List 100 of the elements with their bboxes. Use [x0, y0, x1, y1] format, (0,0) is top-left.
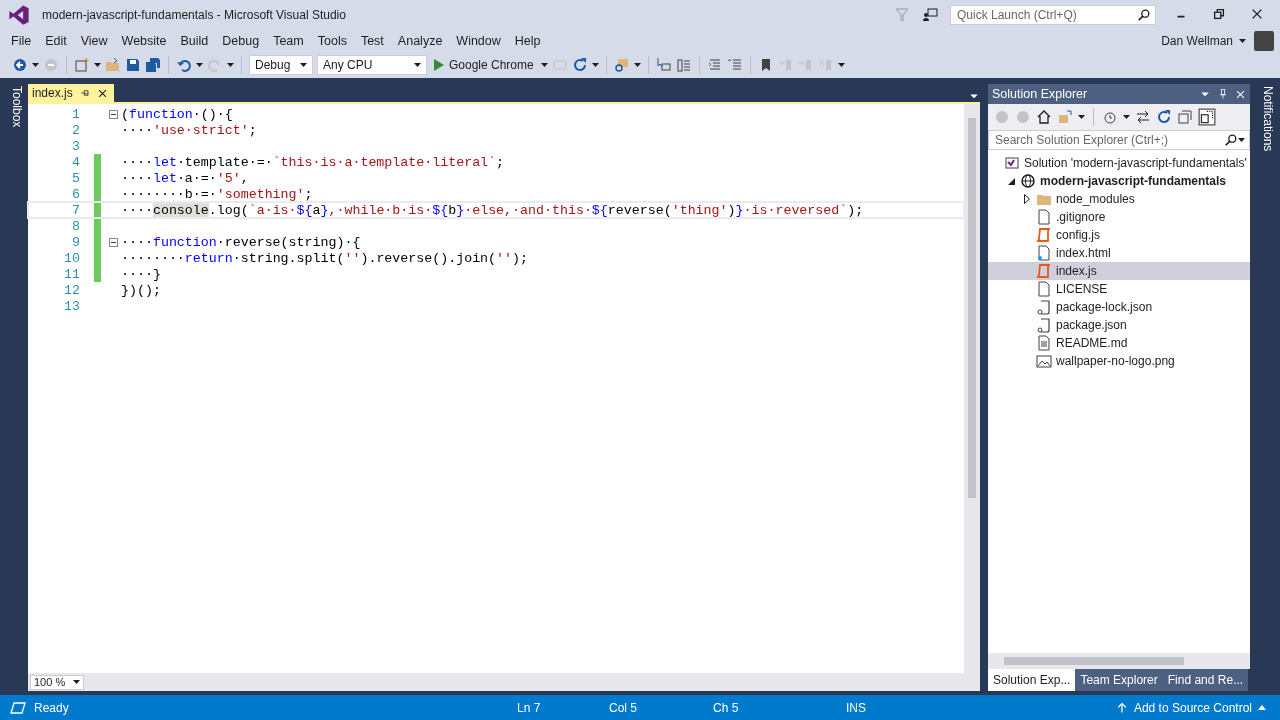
menu-item[interactable]: Debug [215, 34, 267, 48]
web-file-icon[interactable] [1036, 245, 1052, 261]
collapse-icon[interactable] [109, 237, 118, 247]
file-icon[interactable] [1036, 281, 1052, 297]
undo-icon[interactable] [176, 57, 192, 73]
image-file-icon[interactable] [1036, 353, 1052, 369]
json-file-icon[interactable] [1036, 299, 1052, 315]
tree-item[interactable]: package.json [988, 316, 1250, 334]
restore-icon[interactable] [1212, 6, 1226, 21]
menu-item[interactable]: Test [353, 34, 391, 48]
save-all-icon[interactable] [145, 57, 161, 73]
caret-icon[interactable] [32, 63, 39, 67]
caret-icon[interactable] [1078, 115, 1085, 119]
globe-icon[interactable] [1020, 173, 1036, 189]
search-field[interactable]: Search Solution Explorer (Ctrl+;) [988, 130, 1250, 150]
tree-item[interactable]: wallpaper-no-logo.png [988, 352, 1250, 370]
tree-item[interactable]: modern-javascript-fundamentals [988, 172, 1250, 190]
caret-icon[interactable] [73, 680, 80, 684]
menu-item[interactable]: Tools [310, 34, 354, 48]
tree-item[interactable]: node_modules [988, 190, 1250, 208]
notifications-side-tab[interactable]: Notifications [1255, 84, 1275, 152]
pin-icon[interactable] [78, 87, 91, 99]
tree-item[interactable]: index.js [988, 262, 1250, 280]
menu-item[interactable]: Team [266, 34, 311, 48]
save-icon[interactable] [125, 57, 141, 73]
play-icon[interactable] [434, 59, 444, 71]
json-file-icon[interactable] [1036, 317, 1052, 333]
home-icon[interactable] [1036, 109, 1052, 125]
caret-icon[interactable] [414, 63, 421, 67]
status-icon[interactable] [10, 699, 26, 716]
caret-icon[interactable] [633, 63, 641, 67]
line-number: 9 [71, 234, 81, 250]
pin-icon[interactable] [1217, 88, 1229, 100]
vertical-scrollbar[interactable] [964, 104, 980, 673]
solution-icon[interactable] [1004, 155, 1020, 171]
caret-icon[interactable] [1123, 115, 1130, 119]
code-line: })(); [121, 282, 161, 298]
quick-launch-field[interactable]: Quick Launch (Ctrl+Q) [950, 5, 1156, 25]
toolbox-side-tab[interactable]: Toolbox [4, 84, 24, 128]
close-icon[interactable] [1235, 88, 1246, 100]
menu-item[interactable]: Build [173, 34, 216, 48]
panel-tab[interactable]: Solution Exp... [988, 669, 1076, 691]
search-icon[interactable] [1224, 133, 1238, 147]
line-number: 6 [71, 186, 81, 202]
code-line: ····} [121, 266, 161, 282]
menu-item[interactable]: Edit [38, 34, 74, 48]
sync-icon[interactable] [1135, 109, 1151, 125]
tree-item[interactable]: index.html [988, 244, 1250, 262]
refresh-icon[interactable] [571, 57, 588, 73]
feedback-icon[interactable] [922, 7, 938, 23]
up-arrow-icon[interactable] [1115, 701, 1128, 714]
menu-item[interactable]: Analyze [390, 34, 450, 48]
caret-icon[interactable] [94, 63, 101, 67]
pending-changes-icon[interactable] [1102, 109, 1118, 125]
zoom-dropdown[interactable]: 100 % [30, 674, 84, 690]
caret-icon[interactable] [540, 63, 548, 67]
tree-item[interactable]: .gitignore [988, 208, 1250, 226]
configuration-dropdown[interactable]: Debug [249, 55, 313, 75]
menu-item[interactable]: Window [449, 34, 508, 48]
caret-icon[interactable] [227, 63, 234, 67]
caret-icon[interactable] [837, 63, 845, 67]
menu-item[interactable]: Website [114, 34, 174, 48]
tree-item[interactable]: LICENSE [988, 280, 1250, 298]
script-file-icon[interactable] [1036, 227, 1052, 243]
user-name[interactable]: Dan Wellman [1161, 34, 1233, 48]
collapse-icon[interactable] [109, 109, 118, 119]
panel-tab[interactable]: Find and Re... [1162, 669, 1249, 691]
tree-item[interactable]: package-lock.json [988, 298, 1250, 316]
document-tab[interactable]: index.js [28, 84, 114, 102]
horizontal-scrollbar[interactable] [988, 653, 1250, 669]
tree-item[interactable]: Solution 'modern-javascript-fundamentals' [988, 154, 1250, 172]
caret-icon[interactable] [196, 63, 203, 67]
file-icon[interactable] [1036, 209, 1052, 225]
menu-item[interactable]: View [73, 34, 115, 48]
show-all-files-icon[interactable] [1198, 108, 1216, 126]
tree-item[interactable]: config.js [988, 226, 1250, 244]
source-control-button[interactable]: Add to Source Control [1133, 700, 1252, 715]
expanded-arrow-icon[interactable] [1007, 177, 1015, 185]
platform-dropdown[interactable]: Any CPU [317, 55, 427, 75]
search-icon[interactable] [1137, 8, 1151, 22]
close-icon[interactable] [96, 87, 108, 99]
caret-icon[interactable] [300, 63, 307, 67]
caret-icon[interactable] [1239, 39, 1246, 43]
run-button[interactable]: Google Chrome [431, 58, 537, 72]
refresh-icon[interactable] [1156, 109, 1172, 125]
switch-views-icon[interactable] [1057, 109, 1073, 125]
text-file-icon[interactable] [1036, 335, 1052, 351]
tree-item[interactable]: README.md [988, 334, 1250, 352]
caret-icon[interactable] [1238, 138, 1245, 142]
line-number: 3 [71, 138, 81, 154]
menu-item[interactable]: Help [507, 34, 548, 48]
caret-icon[interactable] [591, 63, 599, 67]
find-in-files-icon[interactable] [613, 57, 630, 73]
code-line: (function·()·{ [121, 106, 233, 122]
line-number: 10 [63, 250, 81, 266]
menu-item[interactable]: File [4, 34, 39, 48]
collapsed-arrow-icon[interactable] [1024, 194, 1030, 204]
panel-tab[interactable]: Team Explorer [1075, 669, 1163, 691]
visual-studio-logo-icon[interactable] [8, 4, 30, 26]
pointer-tool-icon[interactable] [655, 57, 672, 73]
